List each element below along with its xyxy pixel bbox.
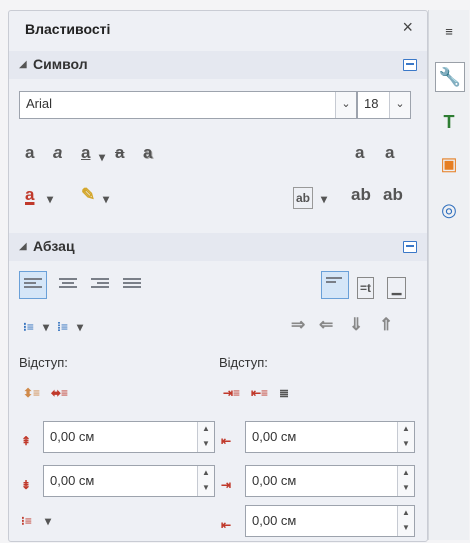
spacing-above-field[interactable]: 0,00 см <box>43 421 215 453</box>
gallery-icon[interactable]: ▣ <box>435 150 463 178</box>
spin-arrows-icon[interactable] <box>397 466 414 496</box>
line-spacing-icon[interactable]: ⁝≡ <box>21 511 32 531</box>
spacing-above-value: 0,00 см <box>50 429 95 444</box>
align-center-icon[interactable] <box>59 278 77 292</box>
numbered-list-dropdown-icon[interactable]: ▾ <box>77 317 83 337</box>
subscript-icon[interactable]: ab <box>383 185 403 205</box>
panel-title: Властивості <box>25 21 111 37</box>
font-size-value: 18 <box>364 96 379 111</box>
font-color-icon[interactable]: a <box>25 185 34 205</box>
collapse-triangle-icon[interactable]: ◢ <box>19 59 27 70</box>
first-line-indent-field[interactable]: 0,00 см <box>245 505 415 537</box>
indent-left-arrow-icon[interactable]: ⇐ <box>319 315 333 335</box>
align-right-icon[interactable] <box>91 278 109 292</box>
increase-spacing-icon[interactable]: ⬍≡ <box>23 383 40 403</box>
align-left-icon <box>24 278 42 292</box>
increase-indent-icon[interactable]: ⇥≡ <box>223 383 240 403</box>
symbol-section-header[interactable]: ◢ Символ <box>9 51 427 79</box>
decrease-indent-icon[interactable]: ⇤≡ <box>251 383 268 403</box>
symbol-section-title: Символ <box>33 56 88 72</box>
more-options-icon[interactable] <box>403 241 417 253</box>
spin-arrows-icon[interactable] <box>197 422 214 452</box>
first-line-indent-icon: ⇤ <box>221 518 232 532</box>
first-line-indent-value: 0,00 см <box>252 513 297 528</box>
more-options-icon[interactable] <box>403 59 417 71</box>
numbered-list-icon[interactable]: ⁞≡ <box>57 317 68 337</box>
bold-icon[interactable]: a <box>25 143 34 163</box>
panel-titlebar: Властивості × <box>9 11 427 49</box>
font-name-combobox[interactable]: Arial ⌄ <box>19 91 357 119</box>
valign-center-icon[interactable]: =t <box>357 277 375 299</box>
chevron-down-icon[interactable]: ⌄ <box>389 92 410 118</box>
menu-icon[interactable]: ≡ <box>435 18 463 46</box>
strikethrough-icon[interactable]: a <box>115 143 124 163</box>
decrease-spacing-icon[interactable]: ⬌≡ <box>51 383 68 403</box>
paragraph-section-title: Абзац <box>33 238 75 254</box>
valign-top-button[interactable] <box>321 271 349 299</box>
grow-font-icon[interactable]: a <box>355 143 364 163</box>
spacing-below-icon: ⇟ <box>21 478 32 492</box>
collapse-triangle-icon[interactable]: ◢ <box>19 241 27 252</box>
close-icon[interactable]: × <box>402 17 413 38</box>
shrink-font-icon[interactable]: a <box>385 143 394 163</box>
after-indent-field[interactable]: 0,00 см <box>245 465 415 497</box>
properties-panel: Властивості × ◢ Символ Arial ⌄ 18 ⌄ a a … <box>8 10 428 542</box>
valign-top-icon <box>326 277 344 291</box>
styles-icon[interactable]: T <box>435 108 463 136</box>
spacing-dropdown-icon[interactable]: ▾ <box>321 189 327 209</box>
spin-arrows-icon[interactable] <box>397 422 414 452</box>
font-color-dropdown-icon[interactable]: ▾ <box>47 189 53 209</box>
spacing-below-value: 0,00 см <box>50 473 95 488</box>
shadow-icon[interactable]: a <box>143 143 152 163</box>
italic-icon[interactable]: a <box>53 143 62 163</box>
highlight-dropdown-icon[interactable]: ▾ <box>103 189 109 209</box>
sidebar-deck: ≡ 🔧 T ▣ ◎ <box>428 10 469 540</box>
character-spacing-icon[interactable]: ab <box>293 187 314 209</box>
spin-arrows-icon[interactable] <box>197 466 214 496</box>
font-size-combobox[interactable]: 18 ⌄ <box>357 91 411 119</box>
indent-label-left: Відступ: <box>19 355 68 370</box>
chevron-down-icon[interactable]: ⌄ <box>335 92 356 118</box>
wrench-icon[interactable]: 🔧 <box>435 62 465 92</box>
underline-dropdown-icon[interactable]: ▾ <box>99 147 105 167</box>
after-indent-value: 0,00 см <box>252 473 297 488</box>
bullet-list-icon[interactable]: ⁝≡ <box>23 317 34 337</box>
align-left-button[interactable] <box>19 271 47 299</box>
spin-arrows-icon[interactable] <box>397 506 414 536</box>
before-indent-value: 0,00 см <box>252 429 297 444</box>
underline-icon[interactable]: a <box>81 143 90 163</box>
spacing-below-field[interactable]: 0,00 см <box>43 465 215 497</box>
navigator-icon[interactable]: ◎ <box>435 196 463 224</box>
spacing-above-icon: ⇞ <box>21 434 32 448</box>
highlight-icon[interactable]: ✎ <box>81 185 95 205</box>
valign-bottom-icon[interactable]: ▁ <box>387 277 407 299</box>
before-indent-field[interactable]: 0,00 см <box>245 421 415 453</box>
indent-right-arrow-icon[interactable]: ⇒ <box>291 315 305 335</box>
hanging-indent-icon[interactable]: ≣ <box>279 383 289 403</box>
before-indent-icon: ⇤ <box>221 434 232 448</box>
bullet-list-dropdown-icon[interactable]: ▾ <box>43 317 49 337</box>
move-up-arrow-icon[interactable]: ⇑ <box>379 315 393 335</box>
after-indent-icon: ⇥ <box>221 478 232 492</box>
justify-icon[interactable] <box>123 278 141 292</box>
superscript-icon[interactable]: ab <box>351 185 371 205</box>
indent-label-right: Відступ: <box>219 355 268 370</box>
line-spacing-dropdown-icon[interactable]: ▾ <box>45 511 51 531</box>
paragraph-section-header[interactable]: ◢ Абзац <box>9 233 427 261</box>
font-name-value: Arial <box>26 96 53 111</box>
move-down-arrow-icon[interactable]: ⇓ <box>349 315 363 335</box>
